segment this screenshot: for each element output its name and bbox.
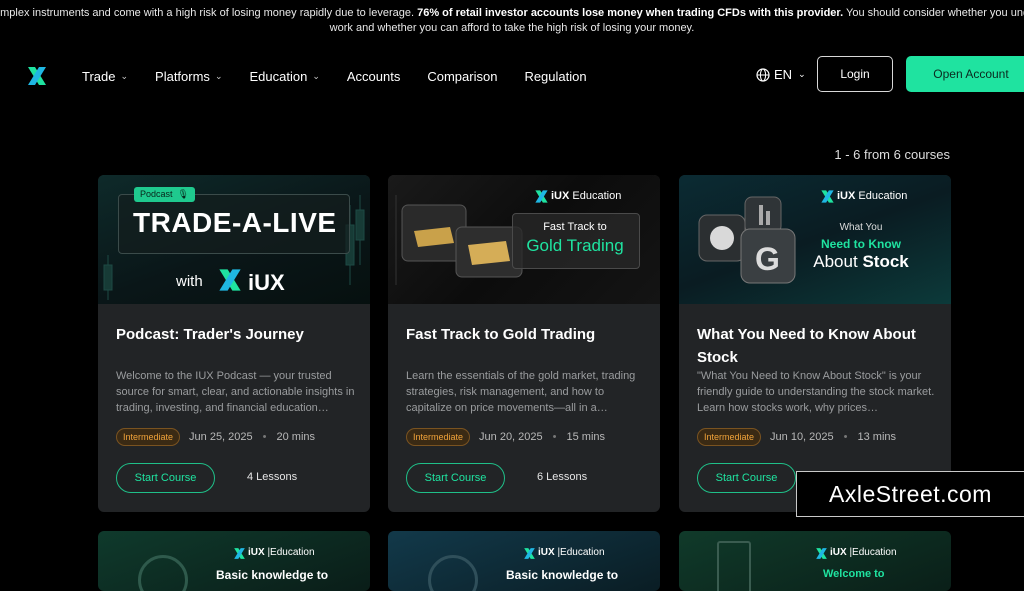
podcast-badge: Podcast 🎙 [134,187,195,202]
thumbnail-line-1: Fast Track to [543,221,607,233]
course-meta: Intermediate Jun 25, 2025 • 20 mins [116,428,315,446]
nav-comparison[interactable]: Comparison [427,69,497,84]
nav-platforms[interactable]: Platforms ⌄ [155,69,222,84]
thumbnail-line-1: Basic knowledge to [216,568,329,582]
thumbnail-line-1: Welcome to [823,568,885,580]
course-title[interactable]: Podcast: Trader's Journey [116,323,356,346]
lesson-count: 6 Lessons [537,471,588,483]
course-description: Welcome to the IUX Podcast — your truste… [116,370,355,414]
thumbnail-line-2: Gold Trading [526,236,624,255]
top-navigation: Trade ⌄ Platforms ⌄ Education ⌄ Accounts Co… [0,56,1024,96]
course-thumbnail-gold: iUX Education Fast Track to Gold Trading [388,175,660,304]
separator-dot: • [552,431,557,443]
course-description: "What You Need to Know About Stock" is y… [697,370,935,414]
iux-logo-icon [816,548,827,559]
iux-logo-icon[interactable] [26,65,48,87]
thumbnail-line-1: What You [839,222,883,233]
thumbnail-with-text: with [176,273,203,290]
course-card-row2-2[interactable]: iUX |Education Basic knowledge to [388,531,660,591]
thumbnail-line-2: Need to Know [821,237,901,251]
svg-text:G: G [755,241,780,277]
course-date: Jun 20, 2025 [479,431,543,443]
thumbnail-headline: TRADE-A-LIVE [133,207,337,238]
main-menu: Trade ⌄ Platforms ⌄ Education ⌄ Accounts Co… [82,56,614,96]
separator-dot: • [262,431,267,443]
risk-warning-line-1: omplex instruments and come with a high … [0,7,1024,19]
microphone-icon: 🎙 [177,189,189,199]
course-card-row2-3[interactable]: iUX |Education Welcome to [679,531,951,591]
course-count: 1 - 6 from 6 courses [834,147,950,162]
course-title[interactable]: What You Need to Know About Stock [697,323,937,369]
thumbnail-brand: iUX Education [551,190,622,202]
risk-warning-line-2: work and whether you can afford to take … [329,22,695,34]
device-illustration-icon [717,541,751,591]
course-card-podcast[interactable]: Podcast 🎙 TRADE-A-LIVE with iUX Podcast:… [98,175,370,512]
course-meta: Intermediate Jun 10, 2025 • 13 mins [697,428,896,446]
globe-icon [756,67,770,82]
level-badge: Intermediate [116,428,181,446]
bitcoin-coin-icon [138,555,188,591]
watermark: AxleStreet.com [796,471,1024,517]
course-duration: 15 mins [566,431,606,443]
course-card-row2-1[interactable]: iUX |Education Basic knowledge to [98,531,370,591]
open-account-button[interactable]: Open Account [906,56,1024,92]
course-duration: 20 mins [276,431,316,443]
start-course-button[interactable]: Start Course [406,463,505,493]
login-button[interactable]: Login [817,56,893,92]
course-card-stock[interactable]: G iUX Education What You Need to Know Ab… [679,175,951,512]
start-course-button[interactable]: Start Course [697,463,796,493]
language-code: EN [774,67,793,82]
iux-logo-icon [219,269,241,291]
risk-warning-banner: omplex instruments and come with a high … [0,6,1024,38]
nav-regulation[interactable]: Regulation [524,69,586,84]
course-card-gold-trading[interactable]: iUX Education Fast Track to Gold Trading… [388,175,660,512]
course-date: Jun 10, 2025 [770,431,834,443]
chevron-down-icon: ⌄ [312,70,320,81]
nav-education[interactable]: Education ⌄ [249,69,319,84]
iux-logo-icon [524,548,535,559]
course-title[interactable]: Fast Track to Gold Trading [406,323,646,346]
lesson-count: 4 Lessons [247,471,298,483]
course-date: Jun 25, 2025 [189,431,253,443]
thumbnail-brand: iUX Education [837,190,908,202]
iux-logo-icon [234,548,245,559]
course-description: Learn the essentials of the gold market,… [406,370,636,414]
course-meta: Intermediate Jun 20, 2025 • 15 mins [406,428,605,446]
nav-trade[interactable]: Trade ⌄ [82,69,128,84]
thumbnail-line-1: Basic knowledge to [506,568,619,582]
nav-accounts[interactable]: Accounts [347,69,400,84]
chevron-down-icon: ⌄ [214,70,223,81]
level-badge: Intermediate [697,428,762,446]
course-thumbnail-podcast: Podcast 🎙 TRADE-A-LIVE with iUX [98,175,370,304]
bitcoin-coin-icon [428,555,478,591]
start-course-button[interactable]: Start Course [116,463,215,493]
thumbnail-brand: iUX [248,270,285,295]
chevron-down-icon: ⌄ [120,70,129,81]
language-selector[interactable]: EN ⌄ [756,67,806,82]
course-duration: 13 mins [857,431,897,443]
chevron-down-icon: ⌄ [798,69,806,79]
level-badge: Intermediate [406,428,471,446]
thumbnail-line-3: About Stock [813,252,909,271]
iux-logo-icon [821,190,834,203]
iux-logo-icon [535,190,548,203]
course-thumbnail-stock: G iUX Education What You Need to Know Ab… [679,175,951,304]
separator-dot: • [843,431,848,443]
